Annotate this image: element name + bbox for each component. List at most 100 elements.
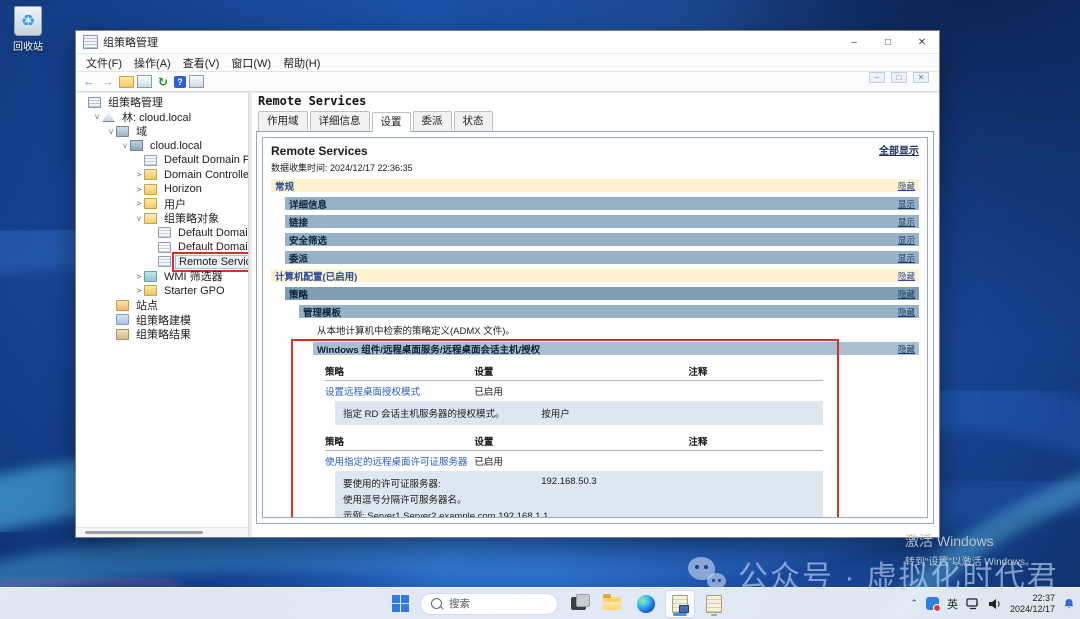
tree-item[interactable]: 组策略管理 — [76, 95, 248, 110]
minimize-button[interactable]: – — [837, 31, 871, 53]
screen: ♻ 回收站 组策略管理 – □ ✕ 文件(F)操作(A)查看(V)窗口(W)帮助… — [0, 0, 1080, 619]
show-all-link[interactable]: 全部显示 — [879, 142, 919, 157]
tree-item[interactable]: v 组策略对象 — [76, 211, 248, 226]
toolbar-icon[interactable]: ? — [174, 76, 186, 88]
mdi-close-button[interactable]: ✕ — [913, 72, 929, 83]
menu-item[interactable]: 窗口(W) — [225, 55, 277, 71]
section-title[interactable]: 安全筛选 — [289, 233, 327, 247]
policy-link[interactable]: 设置远程桌面授权模式 — [325, 384, 474, 398]
toolbar-icon[interactable]: → — [100, 74, 116, 89]
gpo-tab[interactable]: 作用域 — [258, 111, 308, 131]
toolbar-icon[interactable]: ↻ — [155, 74, 171, 89]
tree-expander-icon[interactable]: v — [92, 112, 102, 121]
tree-item[interactable]: Remote Services — [76, 255, 248, 270]
tree-item[interactable]: Default Domain Policy — [76, 240, 248, 255]
tree-item[interactable]: 组策略结果 — [76, 327, 248, 342]
gpedit-taskbar-button[interactable] — [700, 591, 728, 617]
tree-expander-icon[interactable]: v — [106, 127, 116, 136]
edge-button[interactable] — [632, 591, 660, 617]
recycle-bin-shortcut[interactable]: ♻ 回收站 — [6, 6, 50, 53]
tree-expander-icon[interactable]: > — [134, 170, 144, 179]
section-toggle-link[interactable]: 隐藏 — [898, 288, 915, 300]
gpo-tab[interactable]: 委派 — [413, 111, 452, 131]
tree-item[interactable]: v 林: cloud.local — [76, 110, 248, 125]
tree-expander-icon[interactable]: > — [134, 199, 144, 208]
gpo-tab[interactable]: 设置 — [372, 112, 411, 132]
section-title[interactable]: 链接 — [289, 215, 308, 229]
file-explorer-button[interactable] — [598, 591, 626, 617]
section-title[interactable]: 管理模板 — [303, 305, 341, 319]
section-title[interactable]: 常规 — [275, 179, 294, 193]
section-toggle-link[interactable]: 显示 — [898, 198, 915, 210]
gpmc-taskbar-button[interactable] — [666, 591, 694, 617]
section-title[interactable]: 从本地计算机中检索的策略定义(ADMX 文件)。 — [317, 323, 515, 337]
tree-item[interactable]: > Starter GPO — [76, 284, 248, 299]
section-title[interactable]: 详细信息 — [289, 197, 327, 211]
toolbar-icon[interactable] — [119, 76, 134, 88]
scrollbar-thumb[interactable] — [85, 531, 203, 534]
titlebar[interactable]: 组策略管理 – □ ✕ — [76, 31, 939, 53]
tray-app-icon[interactable] — [926, 597, 939, 610]
policy-link[interactable]: 使用指定的远程桌面许可证服务器 — [325, 454, 474, 468]
ime-indicator[interactable]: 英 — [947, 596, 958, 612]
tree-expander-icon[interactable]: > — [134, 286, 144, 295]
network-icon[interactable] — [966, 598, 980, 610]
section-toggle-link[interactable]: 隐藏 — [898, 306, 915, 318]
gpo-tab[interactable]: 详细信息 — [310, 111, 370, 131]
tree-horizontal-scrollbar[interactable] — [76, 527, 248, 537]
report-title: Remote Services — [271, 142, 368, 158]
hidden-icons-chevron[interactable]: ⌃ — [910, 598, 918, 609]
tree-item[interactable]: Default Domain Controlle — [76, 226, 248, 241]
maximize-button[interactable]: □ — [871, 31, 905, 53]
menu-item[interactable]: 帮助(H) — [277, 55, 326, 71]
tree-item-label: 域 — [133, 123, 150, 139]
section-title[interactable]: Windows 组件/远程桌面服务/远程桌面会话主机/授权 — [317, 342, 540, 356]
notification-bell-icon[interactable] — [1063, 598, 1075, 610]
tree-item[interactable]: > WMI 筛选器 — [76, 269, 248, 284]
col-setting: 设置 — [474, 364, 688, 378]
tree-item[interactable]: Default Domain Policy — [76, 153, 248, 168]
section-title[interactable]: 计算机配置(已启用) — [275, 269, 357, 283]
tree-item-label: cloud.local — [147, 140, 205, 152]
section-title[interactable]: 委派 — [289, 251, 308, 265]
task-view-icon — [571, 597, 586, 610]
task-view-button[interactable] — [564, 591, 592, 617]
close-button[interactable]: ✕ — [905, 31, 939, 53]
section-toggle-link[interactable]: 显示 — [898, 216, 915, 228]
clock[interactable]: 22:37 2024/12/17 — [1010, 593, 1055, 615]
tree-item[interactable]: > Horizon — [76, 182, 248, 197]
section-toggle-link[interactable]: 隐藏 — [898, 270, 915, 282]
tree-expander-icon[interactable]: v — [120, 141, 130, 150]
tree-expander-icon[interactable]: > — [134, 185, 144, 194]
toolbar-icon[interactable] — [189, 75, 204, 88]
volume-icon[interactable] — [988, 598, 1002, 610]
menu-item[interactable]: 操作(A) — [128, 55, 177, 71]
tree-expander-icon[interactable]: > — [134, 272, 144, 281]
search-box[interactable]: 搜索 — [420, 593, 558, 615]
tree-item-icon — [144, 213, 157, 224]
tree-item-icon — [158, 242, 171, 253]
section-toggle-link[interactable]: 显示 — [898, 252, 915, 264]
section-toggle-link[interactable]: 隐藏 — [898, 343, 915, 355]
section-title[interactable]: 策略 — [289, 287, 308, 301]
tree-item[interactable]: > Domain Controllers — [76, 168, 248, 183]
tree-item[interactable]: 站点 — [76, 298, 248, 313]
section-toggle-link[interactable]: 隐藏 — [898, 180, 915, 192]
gpo-tab[interactable]: 状态 — [454, 111, 493, 131]
start-button[interactable] — [386, 591, 414, 617]
col-comment: 注释 — [689, 434, 823, 448]
tree-expander-icon[interactable]: v — [134, 214, 144, 223]
toolbar-icon[interactable] — [137, 75, 152, 88]
tree-item[interactable]: > 用户 — [76, 197, 248, 212]
tree-item[interactable]: v 域 — [76, 124, 248, 139]
policy-table-header: 策略 设置 注释 — [325, 360, 823, 381]
menu-item[interactable]: 文件(F) — [80, 55, 128, 71]
recycle-bin-label: 回收站 — [6, 38, 50, 53]
menu-item[interactable]: 查看(V) — [177, 55, 226, 71]
toolbar-icon[interactable]: ← — [81, 74, 97, 89]
mdi-minimize-button[interactable]: – — [869, 72, 885, 83]
tree-item[interactable]: 组策略建模 — [76, 313, 248, 328]
section-toggle-link[interactable]: 显示 — [898, 234, 915, 246]
tree-item[interactable]: v cloud.local — [76, 139, 248, 154]
mdi-restore-button[interactable]: □ — [891, 72, 907, 83]
